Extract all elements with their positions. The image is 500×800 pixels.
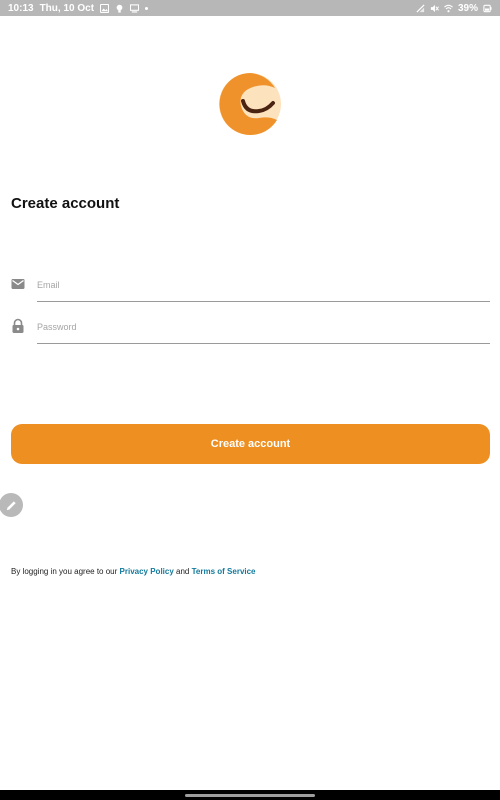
mute-icon — [430, 4, 439, 13]
status-right: 39% — [416, 3, 492, 14]
page-title: Create account — [11, 195, 120, 212]
status-date: Thu, 10 Oct — [39, 2, 95, 14]
mail-icon — [10, 276, 26, 292]
pencil-icon — [5, 499, 18, 512]
email-field-row — [10, 270, 490, 302]
status-bar: 10:13 Thu, 10 Oct 39% — [0, 0, 500, 16]
status-left: 10:13 Thu, 10 Oct — [8, 2, 149, 14]
wifi-icon — [444, 4, 453, 13]
battery-percent: 39% — [457, 2, 478, 14]
create-account-button[interactable]: Create account — [11, 424, 490, 464]
more-dot-icon — [145, 6, 149, 10]
email-input[interactable] — [37, 270, 490, 302]
lock-icon — [10, 318, 26, 334]
status-time: 10:13 — [8, 2, 34, 14]
terms-text: By logging in you agree to our Privacy P… — [11, 567, 256, 576]
no-sim-icon — [416, 3, 425, 13]
gallery-icon — [100, 3, 110, 13]
cast-icon — [130, 3, 140, 13]
password-input[interactable] — [37, 312, 490, 344]
password-field-row — [10, 312, 490, 344]
terms-of-service-link[interactable]: Terms of Service — [192, 567, 256, 576]
terms-prefix: By logging in you agree to our — [11, 567, 118, 576]
bulb-icon — [115, 4, 124, 13]
terms-joiner: and — [176, 567, 190, 576]
battery-icon — [483, 4, 492, 13]
privacy-policy-link[interactable]: Privacy Policy — [120, 567, 174, 576]
app-logo-icon — [219, 72, 281, 136]
edit-button[interactable] — [0, 493, 23, 517]
navigation-bar — [0, 790, 500, 800]
home-handle[interactable] — [185, 794, 315, 797]
